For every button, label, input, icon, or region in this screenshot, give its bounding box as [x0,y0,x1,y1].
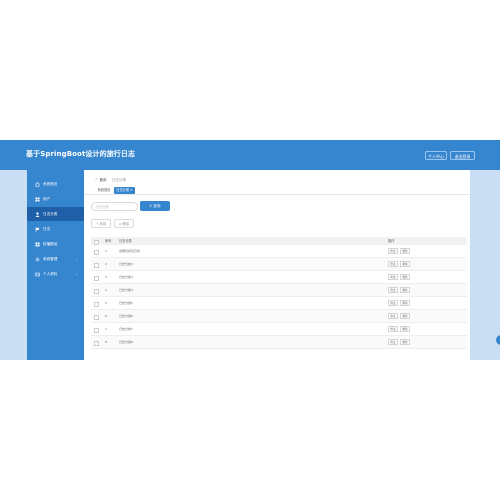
edit-button[interactable]: 修改 [388,339,398,345]
header-index: 序号 [105,239,112,243]
header-actions: 操作 [388,239,395,243]
row-name: 日志分类6 [119,314,133,318]
logout-button[interactable]: 退出登录 [450,151,475,160]
edit-button[interactable]: 修改 [388,274,398,280]
row-delete-button[interactable]: 删除 [400,326,410,332]
table-row: 3 日志分类3 修改 删除 [91,271,467,284]
edit-button[interactable]: 修改 [388,287,398,293]
row-name: 日志分类3 [119,275,133,279]
tab-home[interactable]: 系统首页 [95,187,113,194]
row-name: 日志分类2 [119,262,133,266]
grid-icon [35,242,40,247]
sidebar-item-4[interactable]: 轮播图设 [27,237,84,251]
row-checkbox[interactable] [94,262,99,268]
sidebar-item-0[interactable]: 系统首页 [27,177,84,191]
edit-button[interactable]: 修改 [388,313,398,319]
sidebar-item-label: 系统管理 [43,256,58,261]
row-delete-button[interactable]: 删除 [400,261,410,267]
row-name: 日志分类4 [119,288,133,292]
row-index: 1 [105,249,107,253]
search-icon: ⚲ [149,204,153,208]
row-delete-button[interactable]: 删除 [400,287,410,293]
page-background-left [0,170,27,360]
select-all-checkbox[interactable] [94,239,99,245]
id-card-icon [35,272,40,277]
row-name: 去哪玩好玩日志 [119,249,141,253]
edit-button[interactable]: 修改 [388,326,398,332]
edit-button[interactable]: 修改 [388,300,398,306]
sidebar-item-label: 日志分类 [43,211,58,216]
row-index: 4 [105,288,107,292]
row-checkbox[interactable] [94,327,99,333]
row-index: 8 [105,340,107,344]
row-delete-button[interactable]: 删除 [400,339,410,345]
row-checkbox[interactable] [94,288,99,294]
add-button[interactable]: + 新增 [91,219,111,228]
row-delete-button[interactable]: 删除 [400,313,410,319]
sidebar-item-label: 系统首页 [43,181,58,186]
home-icon [35,181,40,187]
row-name: 日志分类7 [119,327,133,331]
tabs-bar [84,186,470,195]
row-name: 日志分类8 [119,340,133,344]
row-checkbox[interactable] [94,314,99,320]
profile-button[interactable]: 个人中心 [425,151,447,160]
row-delete-button[interactable]: 删除 [400,274,410,280]
table-row: 5 日志分类5 修改 删除 [91,297,467,310]
delete-button-label: 删除 [122,222,130,226]
sidebar-item-label: 个人资料 [43,271,58,276]
breadcrumb: ♡ 首页 日志分类 [95,178,126,183]
row-checkbox[interactable] [94,249,99,255]
table-row: 8 日志分类8 修改 删除 [91,336,467,349]
sidebar-item-5[interactable]: 系统管理 ⌄ [27,252,84,266]
edit-button[interactable]: 修改 [388,261,398,267]
table-row: 6 日志分类6 修改 删除 [91,310,467,323]
user-icon [35,211,40,217]
floating-button[interactable] [496,335,500,345]
chevron-down-icon: ⌄ [75,257,78,261]
table-header: 序号 日志分类 操作 [91,237,467,245]
sidebar-item-3[interactable]: 日志 [27,222,84,236]
data-table: 序号 日志分类 操作 1 去哪玩好玩日志 修改 删除 2 日志分类2 修改 删除 3 日志分类3 修… [91,237,467,349]
app-title: 基于SpringBoot设计的旅行日志 [26,150,136,158]
row-checkbox[interactable] [94,301,99,307]
sidebar-item-1[interactable]: 用户 [27,192,84,206]
delete-button[interactable]: ⊘ 删除 [114,219,134,228]
sidebar-item-6[interactable]: 个人资料 ⌄ [27,267,84,281]
row-delete-button[interactable]: 删除 [400,248,410,254]
row-index: 7 [105,327,107,331]
breadcrumb-current: 日志分类 [111,178,127,182]
table-row: 1 去哪玩好玩日志 修改 删除 [91,245,467,258]
breadcrumb-home[interactable]: 首页 [99,178,106,182]
chevron-down-icon: ⌄ [75,272,78,276]
sidebar-item-label: 日志 [43,226,51,231]
row-checkbox[interactable] [94,275,99,281]
sidebar-item-label: 用户 [43,196,51,201]
table-row: 2 日志分类2 修改 删除 [91,258,467,271]
gear-icon [35,257,40,262]
delete-icon: ⊘ [118,222,122,226]
flag-icon [35,227,40,232]
home-icon: ♡ [95,178,99,182]
row-index: 3 [105,275,107,279]
row-name: 日志分类5 [119,301,133,305]
row-index: 5 [105,301,107,305]
table-row: 7 日志分类7 修改 删除 [91,323,467,336]
tab-log-category[interactable]: 日志分类 × [114,187,135,194]
row-delete-button[interactable]: 删除 [400,300,410,306]
query-button-label: 查询 [153,204,161,208]
sidebar-item-label: 轮播图设 [43,241,58,246]
row-index: 6 [105,314,107,318]
row-index: 2 [105,262,107,266]
grid-icon [35,197,40,202]
edit-button[interactable]: 修改 [388,248,398,254]
query-button[interactable]: ⚲ 查询 [140,201,170,211]
table-row: 4 日志分类4 修改 删除 [91,284,467,297]
page-background-right [470,170,500,360]
sidebar-item-2[interactable]: 日志分类 [27,207,84,221]
header-name: 日志分类 [119,239,132,243]
search-input[interactable]: 日志分类 [91,202,138,211]
row-checkbox[interactable] [94,340,99,346]
